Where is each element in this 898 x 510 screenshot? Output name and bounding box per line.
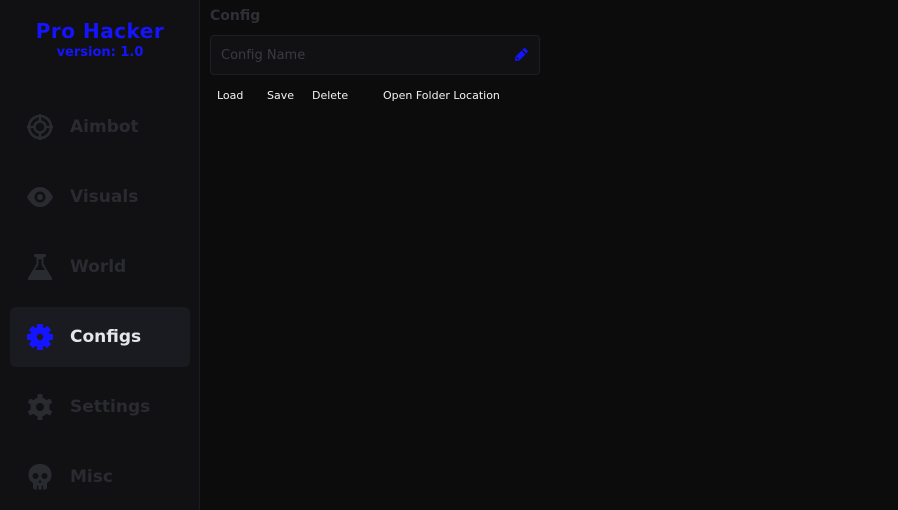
section-title: Config <box>210 8 261 24</box>
open-folder-button[interactable]: Open Folder Location <box>383 86 500 106</box>
save-button[interactable]: Save <box>267 86 294 106</box>
app-window: Pro Hacker version: 1.0 Aimbot Visuals W… <box>0 0 898 510</box>
config-name-field <box>210 35 540 75</box>
brand-version: version: 1.0 <box>56 45 144 60</box>
sidebar-item-label: World <box>70 257 127 277</box>
pen-icon[interactable] <box>513 47 529 63</box>
sidebar-item-label: Aimbot <box>70 117 139 137</box>
crosshair-icon <box>26 113 54 141</box>
load-button[interactable]: Load <box>217 86 243 106</box>
sidebar-item-configs[interactable]: Configs <box>10 307 190 367</box>
cog-icon <box>26 323 54 351</box>
eye-icon <box>26 183 54 211</box>
sidebar-item-label: Settings <box>70 397 151 417</box>
main-panel: Config Load Save Delete Open Folder Loca… <box>200 0 898 510</box>
gear-icon <box>26 393 54 421</box>
sidebar-item-misc[interactable]: Misc <box>10 447 190 507</box>
sidebar-item-label: Visuals <box>70 187 139 207</box>
sidebar-item-visuals[interactable]: Visuals <box>10 167 190 227</box>
sidebar-item-label: Configs <box>70 327 142 347</box>
sidebar-item-settings[interactable]: Settings <box>10 377 190 437</box>
flask-icon <box>26 253 54 281</box>
skull-icon <box>26 463 54 491</box>
sidebar-item-aimbot[interactable]: Aimbot <box>10 97 190 157</box>
sidebar-item-world[interactable]: World <box>10 237 190 297</box>
sidebar-item-label: Misc <box>70 467 113 487</box>
brand-title: Pro Hacker <box>35 19 165 43</box>
brand: Pro Hacker version: 1.0 <box>0 18 200 61</box>
delete-button[interactable]: Delete <box>312 86 348 106</box>
config-name-input[interactable] <box>211 36 501 74</box>
sidebar: Pro Hacker version: 1.0 Aimbot Visuals W… <box>0 0 200 510</box>
